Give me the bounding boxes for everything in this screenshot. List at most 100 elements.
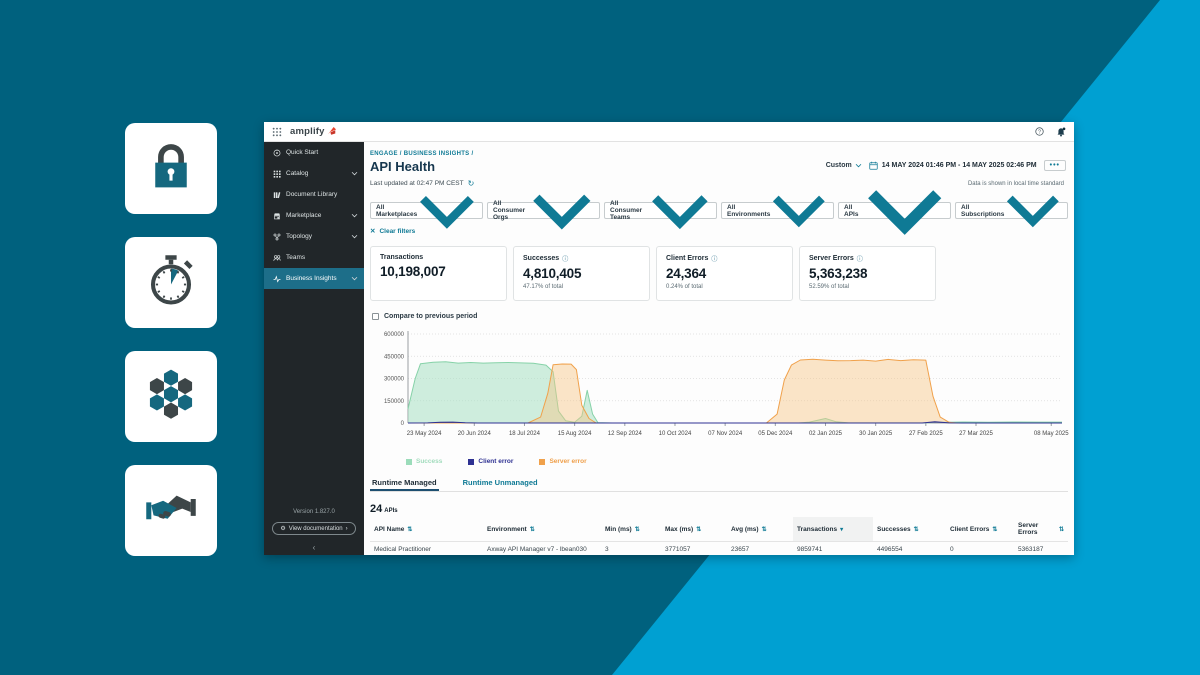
clear-filters-label: Clear filters xyxy=(379,228,415,235)
info-icon[interactable]: ⓘ xyxy=(562,254,568,263)
quick-start-icon xyxy=(273,149,281,157)
column-header-environment[interactable]: Environment ⇅ xyxy=(483,517,601,542)
legend-label: Success xyxy=(416,458,442,465)
help-icon[interactable]: ? xyxy=(1035,127,1044,136)
x-axis-tick-label: 20 Jun 2024 xyxy=(458,431,492,437)
sort-icon: ⇅ xyxy=(635,526,640,533)
range-preset-dropdown[interactable]: Custom xyxy=(826,162,862,169)
filter-dropdown-all-environments[interactable]: All Environments xyxy=(721,202,834,219)
info-icon[interactable]: ⓘ xyxy=(857,254,863,263)
api-count-unit: APIs xyxy=(384,508,397,514)
column-label: Environment xyxy=(487,526,527,533)
metric-subtext: 0.24% of total xyxy=(666,284,783,290)
sidebar-item-label: Business Insights xyxy=(286,275,346,282)
catalog-icon xyxy=(273,170,281,178)
hero-card-hexagon-cluster xyxy=(125,351,217,442)
amplify-brand-text: amplify xyxy=(290,126,325,137)
metric-value: 10,198,007 xyxy=(380,264,497,279)
external-link-icon: › xyxy=(346,526,348,532)
column-header-avgms[interactable]: Avg (ms) ⇅ xyxy=(727,517,793,542)
hero-card-stopwatch xyxy=(125,237,217,328)
legend-item-server-error[interactable]: Server error xyxy=(539,458,586,465)
sidebar-item-label: Topology xyxy=(286,233,346,240)
business-insights-icon xyxy=(273,275,281,283)
x-axis-tick-label: 12 Sep 2024 xyxy=(608,431,643,437)
sidebar-collapse-icon[interactable]: ‹ xyxy=(264,543,364,552)
date-range-text: 14 MAY 2024 01:46 PM - 14 MAY 2025 02:46… xyxy=(882,162,1037,169)
compare-checkbox[interactable] xyxy=(372,313,379,320)
view-documentation-button[interactable]: ⚙ View documentation › xyxy=(272,522,356,535)
table-cell: 4496554 xyxy=(873,542,946,555)
api-count: 24APIs xyxy=(370,499,398,517)
column-label: Min (ms) xyxy=(605,526,632,533)
column-header-apiname[interactable]: API Name ⇅ xyxy=(370,517,483,542)
x-axis-tick-label: 02 Jan 2025 xyxy=(809,431,843,437)
sidebar-item-catalog[interactable]: Catalog xyxy=(264,163,364,184)
svg-text:?: ? xyxy=(1038,129,1041,135)
sidebar-item-label: Document Library xyxy=(286,191,358,198)
y-axis-tick-label: 450000 xyxy=(384,354,405,360)
filter-label: All APIs xyxy=(844,204,864,218)
sidebar: Quick Start Catalog Document Library Mar… xyxy=(264,142,364,555)
marketing-slide: amplify ? Quick Start Ca xyxy=(0,0,1200,675)
legend-swatch xyxy=(468,459,474,465)
filter-dropdown-all-subscriptions[interactable]: All Subscriptions xyxy=(955,202,1068,219)
date-range-picker[interactable]: 14 MAY 2024 01:46 PM - 14 MAY 2025 02:46… xyxy=(869,161,1037,170)
filter-dropdown-all-apis[interactable]: All APIs xyxy=(838,202,951,219)
table-cell: 5363187 xyxy=(1014,542,1068,555)
filter-dropdown-all-consumer-teams[interactable]: All Consumer Teams xyxy=(604,202,717,219)
clear-filters-button[interactable]: ✕ Clear filters xyxy=(370,227,415,235)
chart-area-success xyxy=(408,362,1062,423)
table-row[interactable]: Medical PractitionerAxway API Manager v7… xyxy=(370,542,1068,555)
column-header-maxms[interactable]: Max (ms) ⇅ xyxy=(661,517,727,542)
sort-icon: ⇅ xyxy=(992,526,997,533)
more-options-button[interactable]: ••• xyxy=(1044,160,1066,171)
sort-icon: ⇅ xyxy=(530,526,535,533)
sidebar-item-topology[interactable]: Topology xyxy=(264,226,364,247)
sidebar-item-marketplace[interactable]: Marketplace xyxy=(264,205,364,226)
x-axis-tick-label: 10 Oct 2024 xyxy=(659,431,692,437)
column-header-transactions[interactable]: Transactions ▾ xyxy=(793,517,873,542)
stopwatch-icon xyxy=(144,253,198,312)
legend-item-client-error[interactable]: Client error xyxy=(468,458,513,465)
column-label: Transactions xyxy=(797,526,837,533)
sidebar-item-document-library[interactable]: Document Library xyxy=(264,184,364,205)
notifications-bell-icon[interactable] xyxy=(1056,127,1066,137)
legend-label: Client error xyxy=(478,458,513,465)
column-header-servererrors[interactable]: Server Errors ⇅ xyxy=(1014,517,1068,542)
sidebar-item-teams[interactable]: Teams xyxy=(264,247,364,268)
table-cell: Axway API Manager v7 - lbean030 xyxy=(483,542,601,555)
app-grid-icon[interactable] xyxy=(272,127,282,137)
info-icon[interactable]: ⓘ xyxy=(711,254,717,263)
column-header-successes[interactable]: Successes ⇅ xyxy=(873,517,946,542)
column-header-clienterrors[interactable]: Client Errors ⇅ xyxy=(946,517,1014,542)
sidebar-item-quick-start[interactable]: Quick Start xyxy=(264,142,364,163)
sidebar-item-business-insights[interactable]: Business Insights xyxy=(264,268,364,289)
sidebar-item-label: Catalog xyxy=(286,170,346,177)
table-cell: Medical Practitioner xyxy=(370,542,483,555)
metric-subtext: 52.59% of total xyxy=(809,284,926,290)
filter-dropdown-all-marketplaces[interactable]: All Marketplaces xyxy=(370,202,483,219)
api-table: API Name ⇅Environment ⇅Min (ms) ⇅Max (ms… xyxy=(370,517,1068,555)
tab-runtime-managed[interactable]: Runtime Managed xyxy=(370,475,439,491)
chevron-down-icon xyxy=(530,185,594,236)
x-axis-tick-label: 08 May 2025 xyxy=(1034,431,1069,437)
doc-gear-icon: ⚙ xyxy=(280,525,285,532)
legend-item-success[interactable]: Success xyxy=(406,458,442,465)
tab-runtime-unmanaged[interactable]: Runtime Unmanaged xyxy=(461,475,540,491)
filter-label: All Subscriptions xyxy=(961,204,1004,218)
chevron-down-icon xyxy=(1004,187,1062,233)
marketplace-icon xyxy=(273,212,281,220)
amplify-logo-icon xyxy=(327,127,337,136)
column-header-minms[interactable]: Min (ms) ⇅ xyxy=(601,517,661,542)
breadcrumb[interactable]: ENGAGE / BUSINESS INSIGHTS / xyxy=(370,151,473,157)
amplify-app-window: amplify ? Quick Start Ca xyxy=(264,122,1074,555)
runtime-tabs: Runtime Managed Runtime Unmanaged xyxy=(370,475,1068,492)
metric-cards: Transactions 10,198,007 Successesⓘ 4,810… xyxy=(370,246,936,301)
x-axis-tick-label: 15 Aug 2024 xyxy=(558,431,592,437)
chevron-down-icon xyxy=(351,213,358,218)
date-range-controls: Custom 14 MAY 2024 01:46 PM - 14 MAY 202… xyxy=(826,160,1066,171)
filter-dropdown-all-consumer-orgs[interactable]: All Consumer Orgs xyxy=(487,202,600,219)
sort-desc-icon: ▾ xyxy=(840,526,843,533)
metric-label: Server Errors xyxy=(809,255,854,262)
